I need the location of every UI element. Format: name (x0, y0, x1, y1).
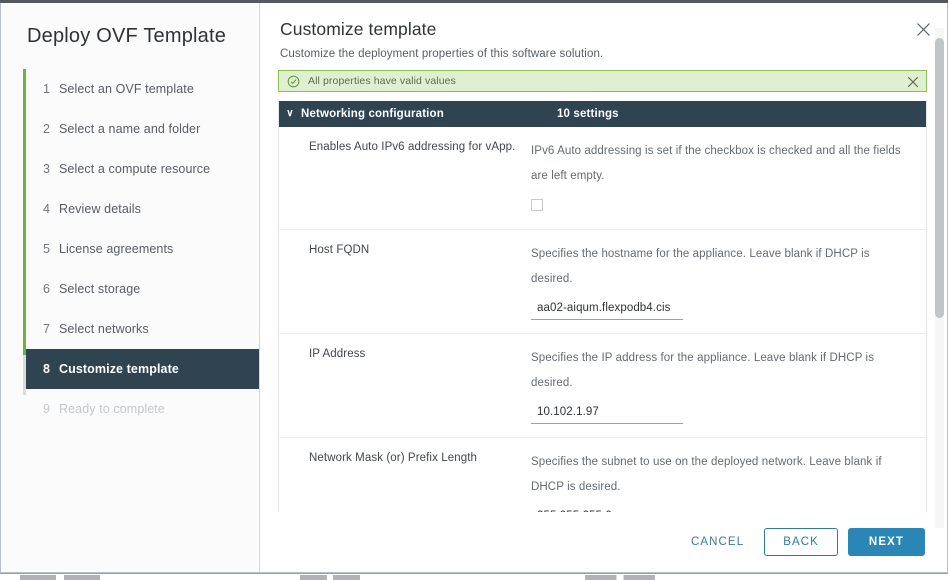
network-mask-input[interactable] (531, 507, 683, 512)
property-name: Host FQDN (309, 244, 370, 256)
alert-dismiss-icon[interactable] (907, 75, 919, 88)
step-label: Review details (59, 202, 141, 216)
ip-address-input[interactable] (531, 403, 683, 424)
step-number: 4 (43, 202, 51, 216)
cancel-button[interactable]: CANCEL (677, 528, 758, 556)
step-number: 1 (43, 82, 51, 96)
step-number: 2 (43, 122, 51, 136)
property-detail: Specifies the subnet to use on the deplo… (531, 450, 926, 512)
wizard-step-rail: Deploy OVF Template 1 Select an OVF temp… (1, 3, 260, 572)
property-row: IP Address Specifies the IP address for … (279, 334, 926, 438)
property-control (531, 506, 908, 512)
property-description: Specifies the subnet to use on the deplo… (531, 456, 882, 493)
sidebar-step-select-an-ovf-template[interactable]: 1 Select an OVF template (23, 69, 259, 109)
application-background: Deploy OVF Template 1 Select an OVF temp… (0, 0, 948, 580)
step-label: Select a compute resource (59, 162, 211, 176)
property-row: Host FQDN Specifies the hostname for the… (279, 230, 926, 334)
property-control (531, 402, 908, 424)
properties-scroll-area: All properties have valid values ∨ Netwo… (260, 70, 947, 512)
validation-alert-banner: All properties have valid values (278, 70, 927, 92)
step-label: License agreements (59, 242, 174, 256)
property-detail: Specifies the hostname for the appliance… (531, 242, 926, 320)
dialog-footer: CANCEL BACK NEXT (260, 512, 947, 572)
vertical-scrollbar[interactable] (935, 28, 944, 528)
property-description: IPv6 Auto addressing is set if the check… (531, 145, 901, 182)
back-button[interactable]: BACK (764, 528, 838, 556)
property-description: Specifies the IP address for the applian… (531, 352, 875, 389)
sidebar-step-customize-template[interactable]: 8 Customize template (26, 349, 259, 389)
property-description: Specifies the hostname for the appliance… (531, 248, 870, 285)
wizard-progress-fill (23, 69, 26, 355)
property-control (531, 298, 908, 320)
sidebar-step-select-networks[interactable]: 7 Select networks (23, 309, 259, 349)
deploy-ovf-template-dialog: Deploy OVF Template 1 Select an OVF temp… (0, 3, 948, 573)
chevron-down-icon: ∨ (286, 108, 294, 119)
step-label: Select a name and folder (59, 122, 201, 136)
sidebar-step-select-a-compute-resource[interactable]: 3 Select a compute resource (23, 149, 259, 189)
sidebar-step-select-storage[interactable]: 6 Select storage (23, 269, 259, 309)
step-label: Ready to complete (59, 402, 165, 416)
host-fqdn-input[interactable] (531, 299, 683, 320)
check-circle-icon (287, 75, 300, 88)
step-number: 6 (43, 282, 51, 296)
page-title: Customize template (280, 19, 437, 39)
sidebar-step-select-a-name-and-folder[interactable]: 2 Select a name and folder (23, 109, 259, 149)
page-subtitle: Customize the deployment properties of t… (280, 48, 604, 60)
section-name: Networking configuration (301, 108, 444, 120)
property-row: Enables Auto IPv6 addressing for vApp. I… (279, 127, 926, 230)
property-control (531, 195, 908, 216)
page-header: Customize template Customize the deploym… (260, 3, 947, 60)
property-name: Network Mask (or) Prefix Length (309, 452, 477, 464)
section-settings-count: 10 settings (557, 108, 619, 120)
step-label: Select storage (59, 282, 141, 296)
property-detail: Specifies the IP address for the applian… (531, 346, 926, 424)
sidebar-step-ready-to-complete: 9 Ready to complete (23, 389, 259, 429)
sidebar-step-license-agreements[interactable]: 5 License agreements (23, 229, 259, 269)
step-number: 3 (43, 162, 51, 176)
section-header-networking-configuration[interactable]: ∨ Networking configuration 10 settings (279, 101, 926, 127)
step-label: Customize template (59, 362, 179, 376)
dialog-content: Customize template Customize the deploym… (260, 3, 947, 572)
auto-ipv6-checkbox[interactable] (531, 199, 543, 211)
property-name: IP Address (309, 348, 366, 360)
wizard-step-list: 1 Select an OVF template 2 Select a name… (1, 69, 259, 429)
step-number: 5 (43, 242, 51, 256)
step-label: Select an OVF template (59, 82, 194, 96)
step-number: 9 (43, 402, 51, 416)
scrollbar-thumb[interactable] (935, 38, 944, 318)
next-button[interactable]: NEXT (847, 528, 925, 556)
property-detail: IPv6 Auto addressing is set if the check… (531, 139, 926, 216)
step-number: 8 (43, 362, 51, 376)
alert-message: All properties have valid values (308, 75, 456, 87)
step-number: 7 (43, 322, 51, 336)
property-name: Enables Auto IPv6 addressing for vApp. (309, 141, 516, 153)
sidebar-step-review-details[interactable]: 4 Review details (23, 189, 259, 229)
step-label: Select networks (59, 322, 149, 336)
wizard-title: Deploy OVF Template (27, 25, 227, 47)
properties-table: ∨ Networking configuration 10 settings E… (278, 101, 927, 512)
close-icon[interactable] (911, 17, 935, 41)
background-table-row-sliver (0, 573, 948, 580)
property-row: Network Mask (or) Prefix Length Specifie… (279, 438, 926, 512)
